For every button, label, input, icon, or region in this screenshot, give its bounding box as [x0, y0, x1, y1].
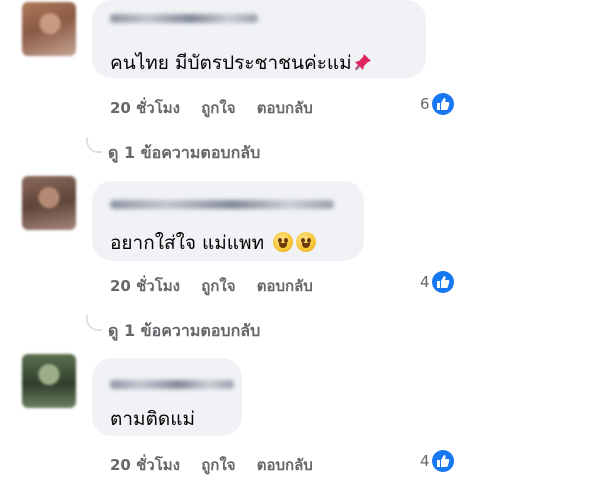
- comment-time[interactable]: 20 ชั่วโมง: [110, 277, 180, 295]
- smiling-face-emoji-icon: [296, 232, 317, 252]
- commenter-name-blurred[interactable]: [110, 380, 234, 389]
- thumbs-up-icon: [431, 271, 454, 293]
- commenter-avatar[interactable]: [22, 354, 76, 408]
- comment-meta: 20 ชั่วโมง ถูกใจ ตอบกลับ: [110, 453, 329, 477]
- reply-button[interactable]: ตอบกลับ: [257, 456, 313, 474]
- reaction-summary[interactable]: 4: [420, 450, 454, 472]
- commenter-name-blurred[interactable]: [110, 200, 334, 209]
- pushpin-icon: [354, 53, 372, 76]
- comment-text: ตามติดแม่: [110, 408, 195, 430]
- comment-text: คนไทย มีบัตรประชาชนค่ะแม่: [110, 48, 372, 78]
- like-button[interactable]: ถูกใจ: [201, 456, 235, 474]
- comment-text: อยากใส่ใจ แม่แพท: [110, 228, 317, 258]
- commenter-name-blurred[interactable]: [110, 14, 258, 23]
- smiling-face-emoji-icon: [273, 232, 294, 252]
- comment-meta: 20 ชั่วโมง ถูกใจ ตอบกลับ: [110, 96, 329, 120]
- reaction-summary[interactable]: 4: [420, 271, 454, 293]
- reply-button[interactable]: ตอบกลับ: [257, 99, 313, 117]
- comment-time[interactable]: 20 ชั่วโมง: [110, 456, 180, 474]
- reaction-summary[interactable]: 6: [420, 93, 454, 115]
- reaction-count: 6: [420, 95, 430, 113]
- view-replies-link[interactable]: ดู 1 ข้อความตอบกลับ: [108, 141, 260, 166]
- reaction-count: 4: [420, 273, 430, 291]
- comment-meta: 20 ชั่วโมง ถูกใจ ตอบกลับ: [110, 274, 329, 298]
- reply-button[interactable]: ตอบกลับ: [257, 277, 313, 295]
- reaction-count: 4: [420, 452, 430, 470]
- like-button[interactable]: ถูกใจ: [201, 277, 235, 295]
- like-button[interactable]: ถูกใจ: [201, 99, 235, 117]
- thread-connector: [86, 137, 102, 153]
- thread-connector: [86, 315, 102, 331]
- view-replies-link[interactable]: ดู 1 ข้อความตอบกลับ: [108, 319, 260, 344]
- thumbs-up-icon: [431, 93, 454, 115]
- comment-time[interactable]: 20 ชั่วโมง: [110, 99, 180, 117]
- thumbs-up-icon: [431, 450, 454, 472]
- commenter-avatar[interactable]: [22, 2, 76, 56]
- commenter-avatar[interactable]: [22, 176, 76, 230]
